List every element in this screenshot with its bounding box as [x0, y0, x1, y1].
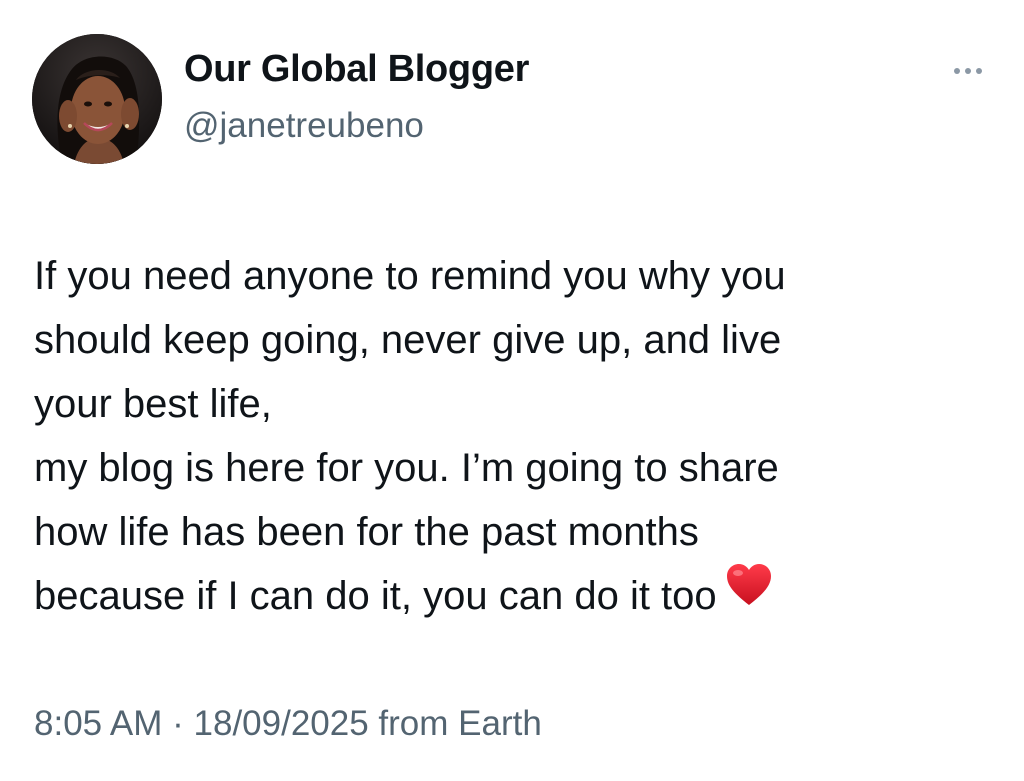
tweet-card: Our Global Blogger @janetreubeno If you … — [0, 0, 1024, 781]
tweet-time[interactable]: 8:05 AM — [34, 704, 162, 743]
meta-separator: · — [162, 704, 194, 743]
tweet-date[interactable]: 18/09/2025 — [194, 704, 369, 743]
more-horizontal-icon-dot — [965, 68, 971, 74]
tweet-text-line-last: because if I can do it, you can do it to… — [34, 564, 994, 628]
tweet-text-line: my blog is here for you. I’m going to sh… — [34, 446, 779, 490]
more-options-button[interactable] — [944, 58, 992, 84]
tweet-text-line-content: because if I can do it, you can do it to… — [34, 574, 717, 618]
more-horizontal-icon-dot — [976, 68, 982, 74]
heart-emoji-icon — [725, 562, 773, 626]
author-handle[interactable]: @janetreubeno — [184, 106, 424, 146]
tweet-text-line: your best life, — [34, 382, 272, 426]
more-horizontal-icon — [954, 68, 960, 74]
tweet-source: from Earth — [368, 704, 542, 743]
avatar[interactable] — [32, 34, 162, 164]
tweet-metadata: 8:05 AM · 18/09/2025 from Earth — [34, 704, 542, 744]
tweet-text-line: If you need anyone to remind you why you — [34, 254, 786, 298]
tweet-text-line: should keep going, never give up, and li… — [34, 318, 782, 362]
tweet-text: If you need anyone to remind you why you… — [34, 244, 994, 628]
tweet-text-line: how life has been for the past months — [34, 510, 699, 554]
author-display-name[interactable]: Our Global Blogger — [184, 48, 529, 91]
avatar-photo-icon — [32, 34, 162, 164]
